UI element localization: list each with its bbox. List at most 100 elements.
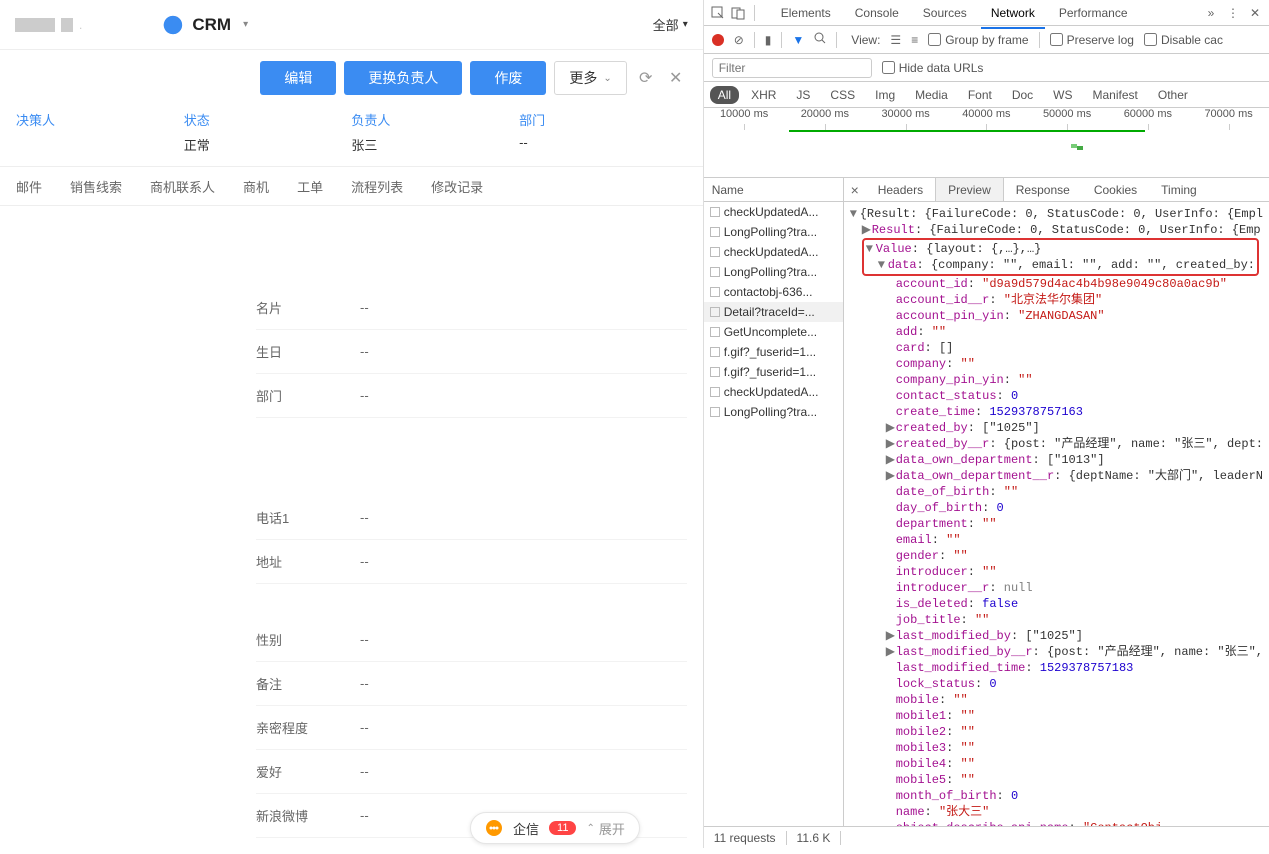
refresh-icon[interactable]: ⟳ <box>635 67 657 89</box>
devtools-tab[interactable]: Performance <box>1049 2 1138 24</box>
kebab-icon[interactable]: ⋮ <box>1225 5 1241 21</box>
devtools-tab[interactable]: Console <box>845 2 909 24</box>
filter-icon[interactable]: ▼ <box>792 33 804 47</box>
record-icon[interactable] <box>712 34 724 46</box>
devtools-tab[interactable]: Elements <box>771 2 841 24</box>
preview-tab[interactable]: Headers <box>866 178 935 201</box>
preview-tab[interactable]: Response <box>1004 178 1082 201</box>
request-item[interactable]: f.gif?_fuserid=1... <box>704 362 843 382</box>
type-chip[interactable]: JS <box>788 86 818 104</box>
timeline-tick: 20000 ms <box>784 108 865 126</box>
request-item[interactable]: checkUpdatedA... <box>704 242 843 262</box>
crm-logo[interactable]: CRM ▾ <box>162 14 248 36</box>
detail-row: 部门-- <box>256 374 687 418</box>
large-rows-icon[interactable]: ☰ <box>890 33 901 47</box>
chat-name: 企信 <box>513 819 539 838</box>
detail-row: 性别-- <box>256 618 687 662</box>
request-item[interactable]: checkUpdatedA... <box>704 202 843 222</box>
detail-row: 亲密程度-- <box>256 706 687 750</box>
type-chip[interactable]: WS <box>1045 86 1080 104</box>
file-icon <box>710 207 720 217</box>
group-by-frame-checkbox[interactable]: Group by frame <box>928 33 1028 47</box>
change-owner-button[interactable]: 更换负责人 <box>344 61 462 95</box>
crm-tab[interactable]: 修改记录 <box>431 177 483 196</box>
detail-row: 地址-- <box>256 540 687 584</box>
detail-row: 备注-- <box>256 662 687 706</box>
type-chip[interactable]: CSS <box>822 86 863 104</box>
search-icon[interactable] <box>814 32 826 47</box>
request-item[interactable]: Detail?traceId=... <box>704 302 843 322</box>
request-item[interactable]: GetUncomplete... <box>704 322 843 342</box>
more-button[interactable]: 更多⌄ <box>554 61 626 95</box>
file-icon <box>710 327 720 337</box>
devtools-tab[interactable]: Network <box>981 2 1045 24</box>
request-item[interactable]: contactobj-636... <box>704 282 843 302</box>
preview-tab[interactable]: Cookies <box>1082 178 1149 201</box>
chevron-down-icon: ▾ <box>243 19 248 30</box>
summary-value: 张三 <box>351 135 519 154</box>
summary-label: 决策人 <box>16 110 184 129</box>
detail-value: -- <box>360 388 369 403</box>
crm-tab[interactable]: 销售线索 <box>70 177 122 196</box>
device-icon[interactable] <box>730 5 746 21</box>
request-item[interactable]: LongPolling?tra... <box>704 402 843 422</box>
chat-expand[interactable]: ⌃展开 <box>586 819 624 838</box>
waterfall-icon[interactable]: ≡ <box>911 33 918 47</box>
devtools-tab[interactable]: Sources <box>913 2 977 24</box>
filter-row: Hide data URLs <box>704 54 1269 82</box>
detail-value: -- <box>360 632 369 647</box>
type-chip[interactable]: All <box>710 86 739 104</box>
response-tree[interactable]: ▼{Result: {FailureCode: 0, StatusCode: 0… <box>844 202 1269 826</box>
type-chip[interactable]: Doc <box>1004 86 1041 104</box>
detail-row: 生日-- <box>256 330 687 374</box>
detail-body: 名片--生日--部门-- 电话1--地址-- 性别--备注--亲密程度--爱好-… <box>0 206 703 854</box>
type-chip[interactable]: XHR <box>743 86 784 104</box>
disable-cache-checkbox[interactable]: Disable cac <box>1144 33 1223 47</box>
type-chip[interactable]: Media <box>907 86 956 104</box>
chat-bar[interactable]: 企信 11 ⌃展开 <box>470 812 640 844</box>
detail-value: -- <box>360 764 369 779</box>
type-chip[interactable]: Manifest <box>1085 86 1146 104</box>
more-tabs-icon[interactable]: » <box>1203 5 1219 21</box>
request-item[interactable]: LongPolling?tra... <box>704 262 843 282</box>
filter-input[interactable] <box>712 58 872 78</box>
detail-value: -- <box>360 676 369 691</box>
request-item[interactable]: f.gif?_fuserid=1... <box>704 342 843 362</box>
inspect-icon[interactable] <box>710 5 726 21</box>
crm-tab[interactable]: 商机联系人 <box>150 177 215 196</box>
file-icon <box>710 247 720 257</box>
preserve-log-checkbox[interactable]: Preserve log <box>1050 33 1134 47</box>
edit-button[interactable]: 编辑 <box>260 61 336 95</box>
detail-value: -- <box>360 300 369 315</box>
type-chip[interactable]: Other <box>1150 86 1196 104</box>
name-column-header[interactable]: Name <box>704 178 843 202</box>
camera-icon[interactable]: ▮ <box>765 33 772 47</box>
crm-tab[interactable]: 商机 <box>243 177 269 196</box>
timeline-tick: 60000 ms <box>1107 108 1188 126</box>
type-chip[interactable]: Font <box>960 86 1000 104</box>
file-icon <box>710 227 720 237</box>
close-icon[interactable]: ✕ <box>665 67 687 89</box>
void-button[interactable]: 作废 <box>470 61 546 95</box>
timeline-tick: 30000 ms <box>865 108 946 126</box>
chat-badge: 11 <box>549 821 576 835</box>
crm-tab[interactable]: 邮件 <box>16 177 42 196</box>
request-item[interactable]: checkUpdatedA... <box>704 382 843 402</box>
crm-tab[interactable]: 流程列表 <box>351 177 403 196</box>
chat-icon <box>485 819 503 837</box>
close-icon[interactable]: ✕ <box>1247 5 1263 21</box>
preview-tab[interactable]: Timing <box>1149 178 1209 201</box>
detail-value: -- <box>360 808 369 823</box>
preview-tab[interactable]: Preview <box>935 178 1004 201</box>
close-preview-icon[interactable]: × <box>844 182 866 198</box>
clear-icon[interactable]: ⊘ <box>734 33 744 47</box>
request-item[interactable]: LongPolling?tra... <box>704 222 843 242</box>
summary-value: 正常 <box>184 135 352 154</box>
timeline[interactable]: 10000 ms20000 ms30000 ms40000 ms50000 ms… <box>704 108 1269 178</box>
hide-data-urls-checkbox[interactable]: Hide data URLs <box>882 61 984 75</box>
crm-summary: 决策人状态正常负责人张三部门-- <box>0 106 703 166</box>
type-chip[interactable]: Img <box>867 86 903 104</box>
timeline-tick: 70000 ms <box>1188 108 1269 126</box>
crm-tab[interactable]: 工单 <box>297 177 323 196</box>
view-selector[interactable]: 全部 ▾ <box>653 15 688 34</box>
